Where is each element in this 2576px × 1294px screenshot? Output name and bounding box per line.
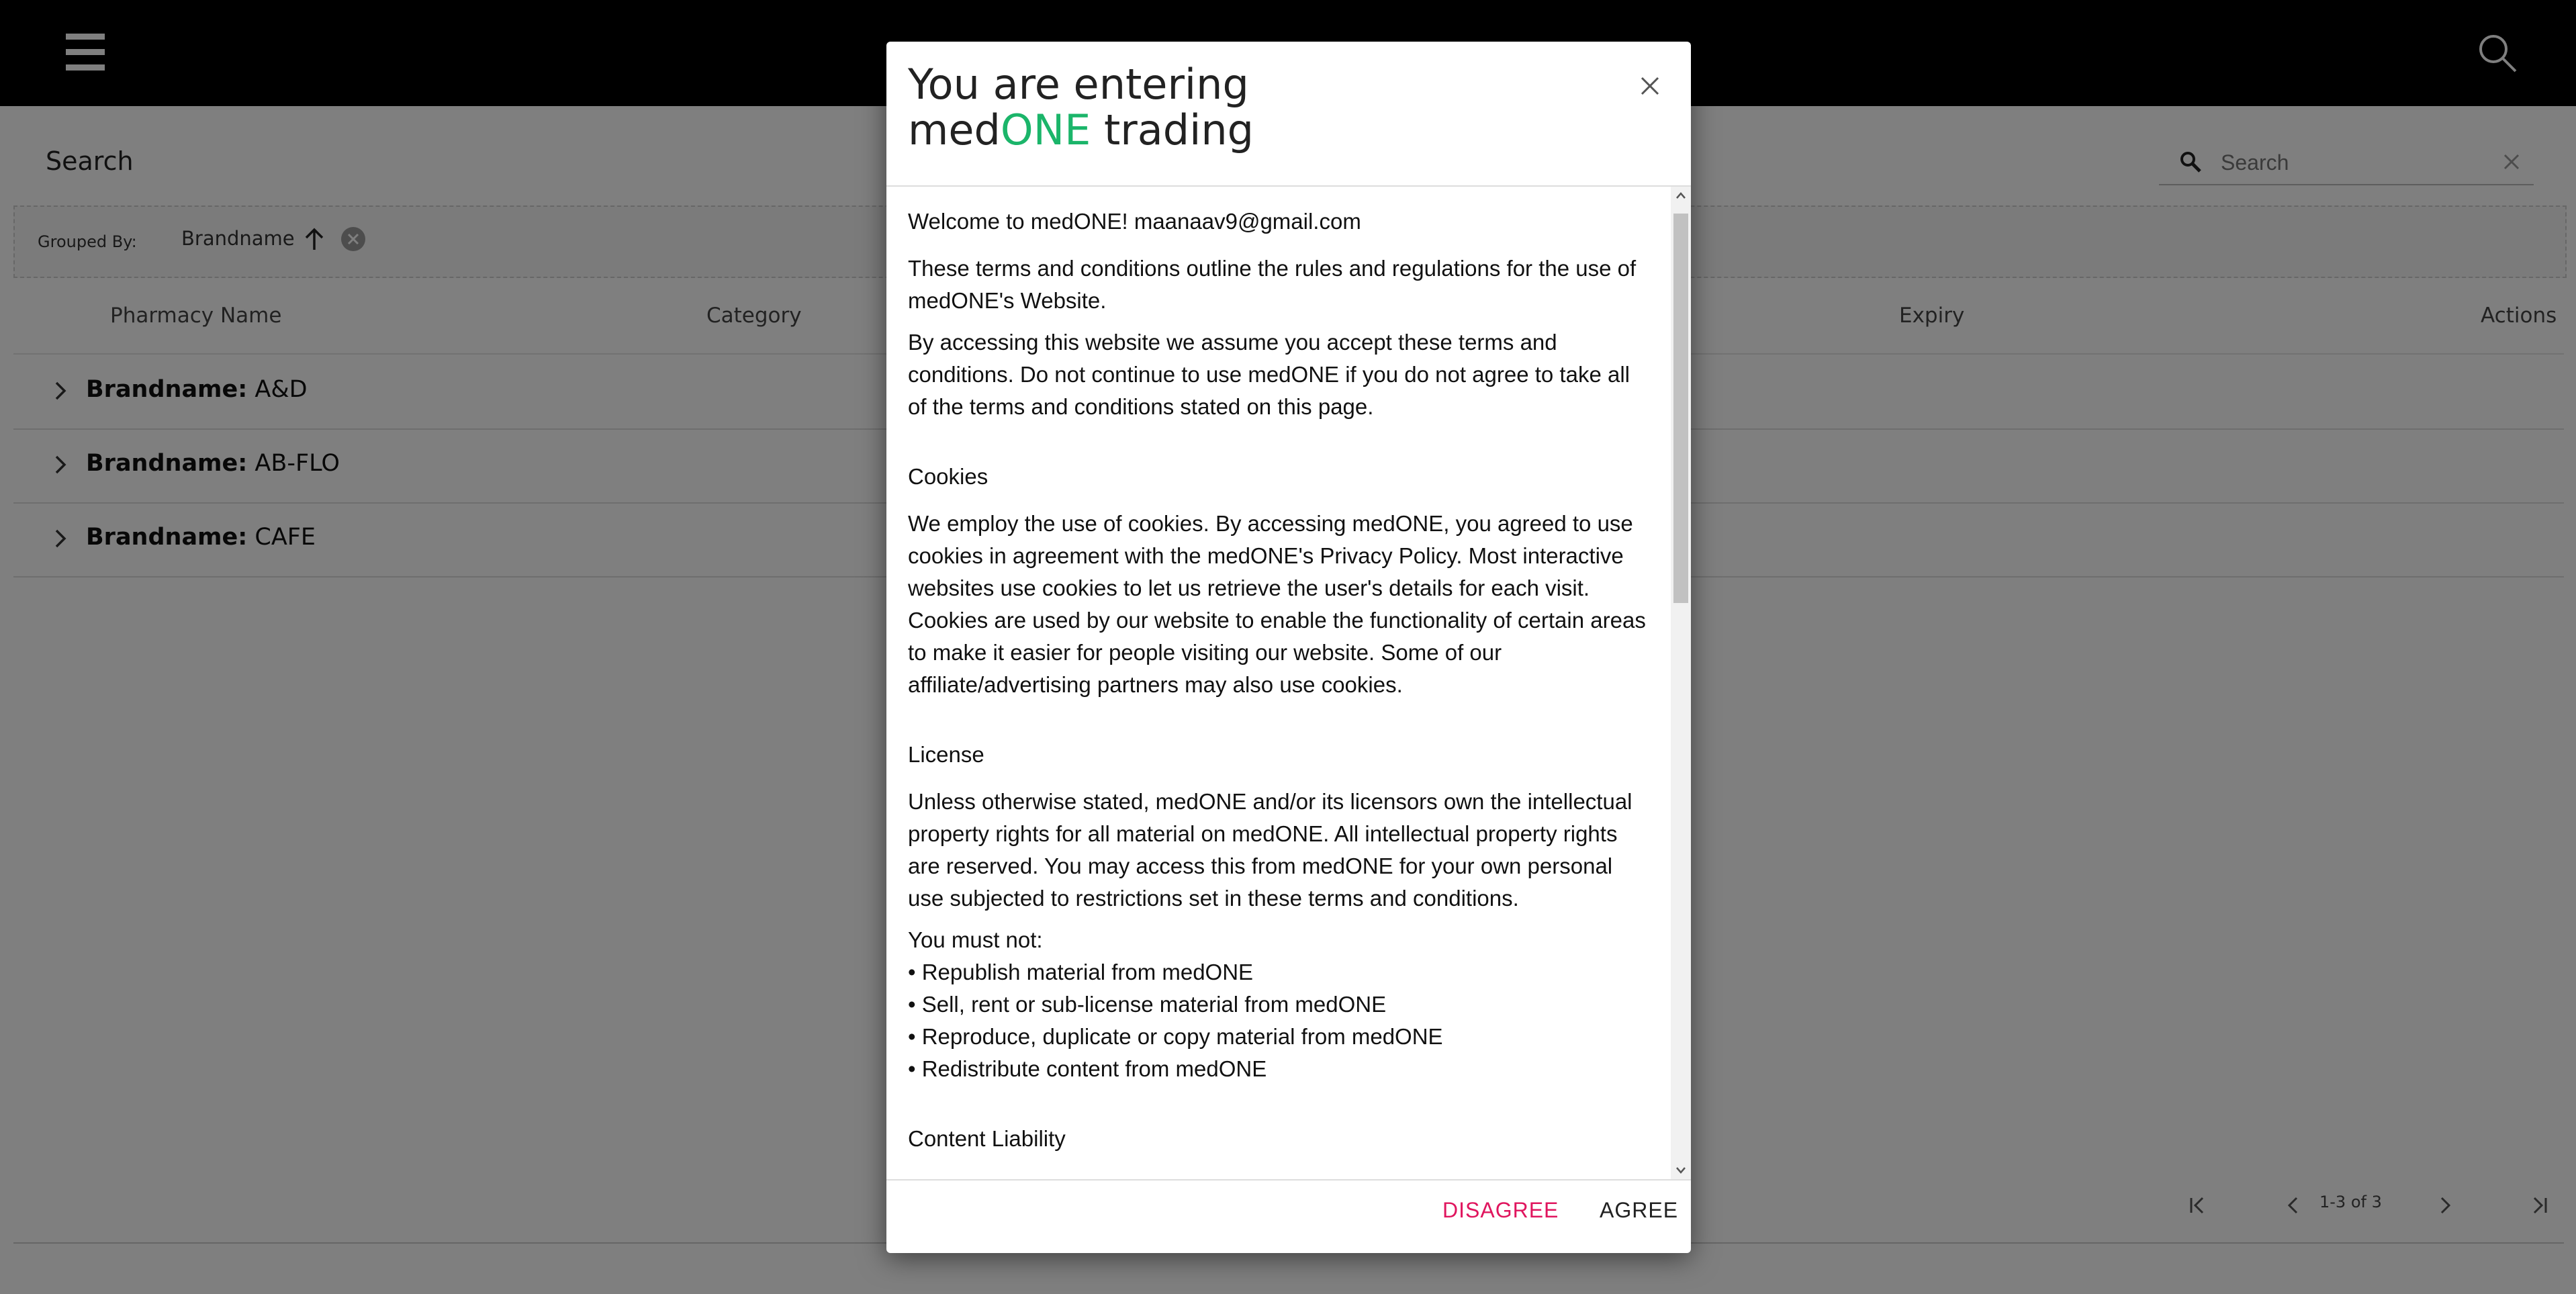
license-paragraph: Unless otherwise stated, medONE and/or i… (908, 789, 1632, 911)
intro-paragraph: These terms and conditions outline the r… (908, 256, 1637, 313)
list-item: • Republish material from medONE (908, 960, 1254, 984)
welcome-text: Welcome to medONE! maanaav9@gmail.com (908, 209, 1361, 234)
brand-prefix: med (908, 105, 1001, 154)
brand-suffix: trading (1091, 105, 1254, 154)
section-heading-license: License (908, 742, 984, 767)
dialog-title: You are entering medONE trading (908, 62, 1254, 153)
terms-dialog: You are entering medONE trading Welcome … (886, 42, 1691, 1253)
terms-content[interactable]: Welcome to medONE! maanaav9@gmail.com Th… (886, 187, 1671, 1179)
list-item: • Reproduce, duplicate or copy material … (908, 1024, 1443, 1049)
scrollbar-thumb[interactable] (1673, 214, 1688, 603)
section-heading-liability: Content Liability (908, 1126, 1066, 1151)
must-not-label: You must not: (908, 927, 1043, 952)
agree-button[interactable]: AGREE (1600, 1198, 1678, 1223)
must-not-list: • Republish material from medONE • Sell,… (908, 956, 1649, 1085)
section-heading-cookies: Cookies (908, 464, 988, 489)
scroll-up-icon[interactable] (1675, 189, 1687, 201)
dialog-title-line2: medONE trading (908, 107, 1254, 153)
dialog-footer-divider (886, 1179, 1691, 1181)
cookies-paragraph: We employ the use of cookies. By accessi… (908, 511, 1646, 697)
close-icon[interactable] (1635, 71, 1665, 101)
scrollbar[interactable] (1671, 187, 1691, 1179)
list-item: • Redistribute content from medONE (908, 1056, 1267, 1081)
list-item: • Sell, rent or sub-license material fro… (908, 992, 1387, 1017)
dialog-title-line1: You are entering (908, 60, 1249, 109)
disagree-button[interactable]: DISAGREE (1442, 1198, 1559, 1223)
scroll-down-icon[interactable] (1675, 1164, 1687, 1176)
brand-accent: ONE (1000, 105, 1091, 154)
intro-paragraph: By accessing this website we assume you … (908, 330, 1630, 419)
